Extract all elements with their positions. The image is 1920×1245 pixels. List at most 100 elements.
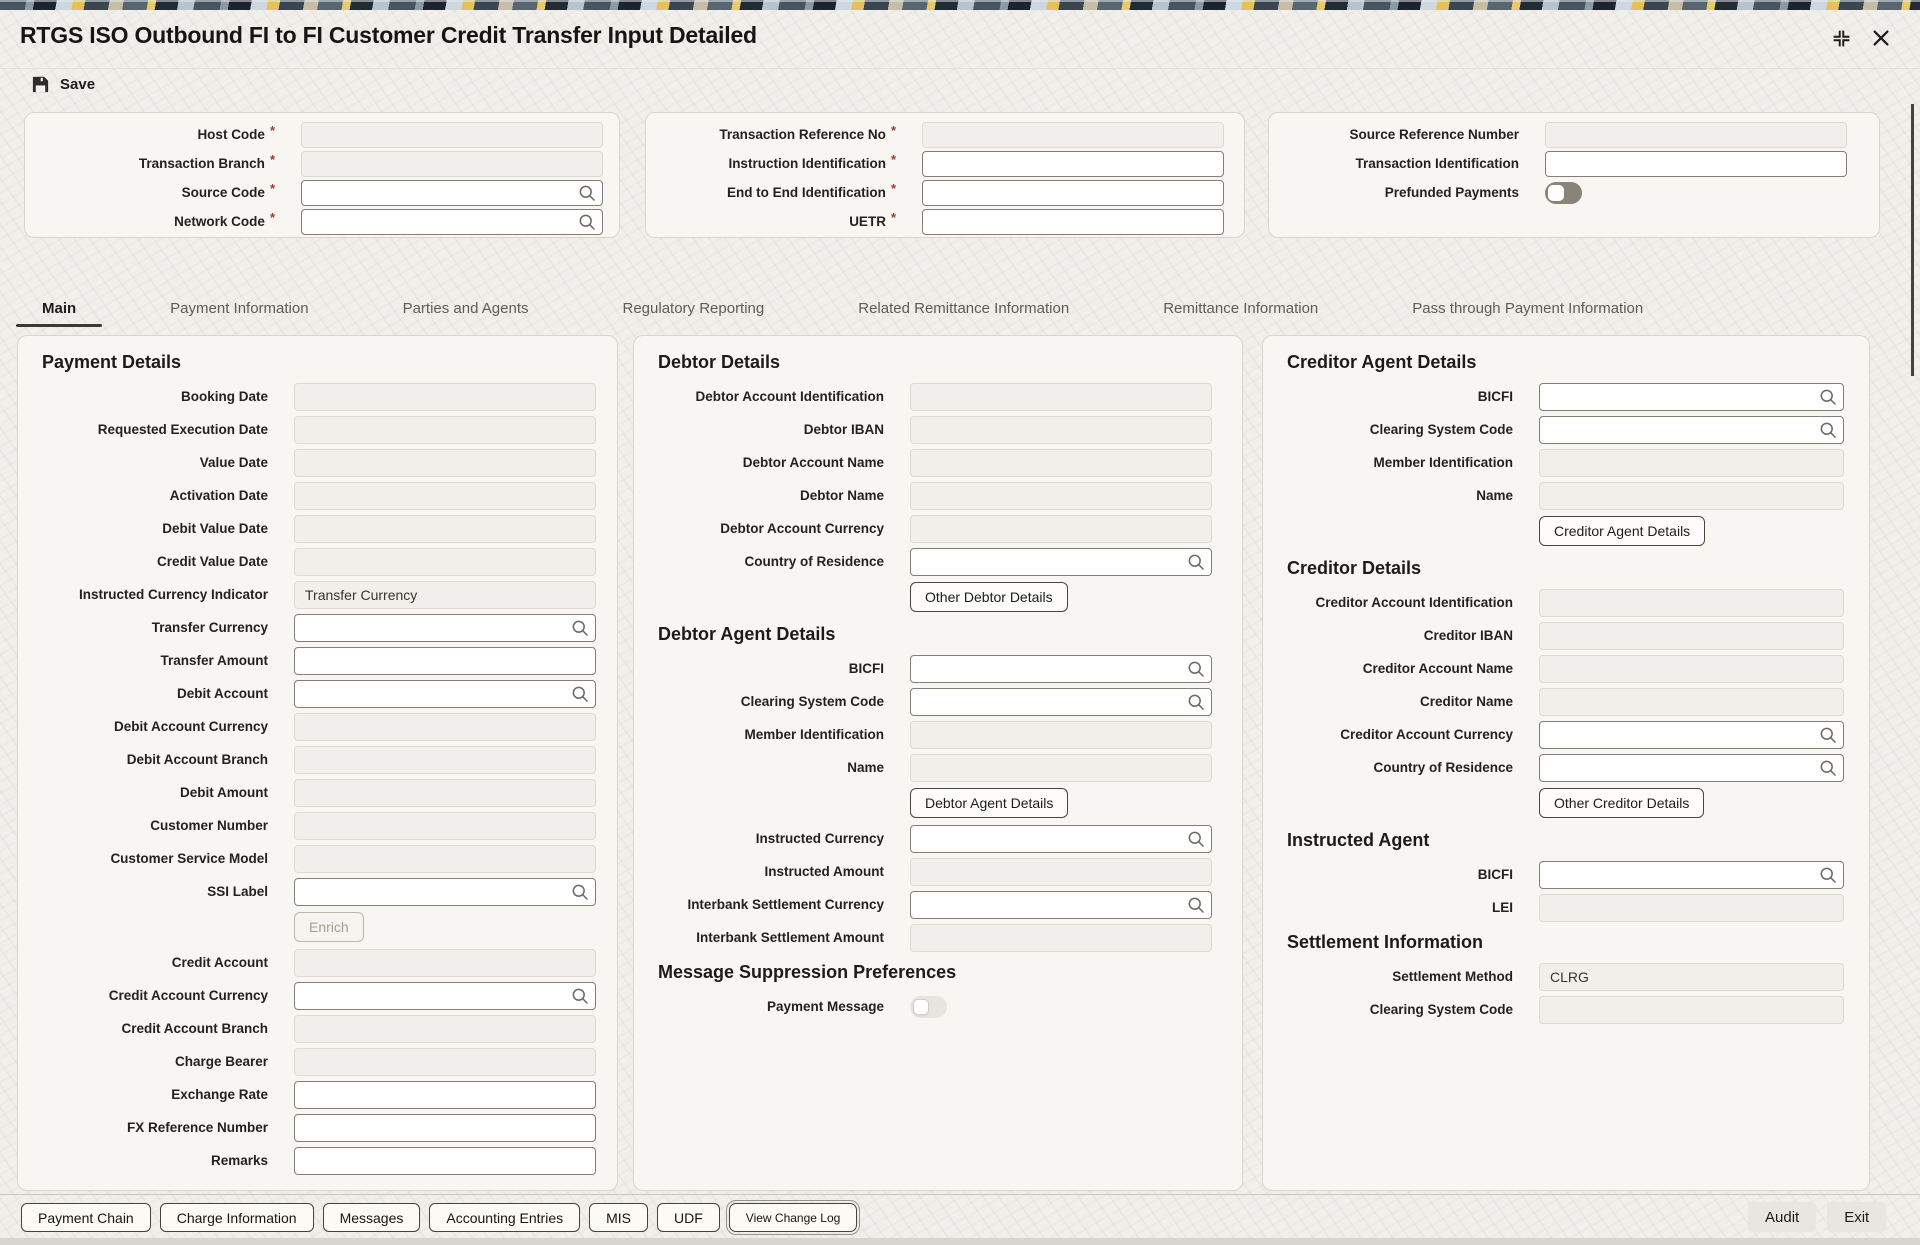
payment-chain-button[interactable]: Payment Chain <box>21 1203 151 1232</box>
creditor-account-currency-input[interactable] <box>1539 721 1844 749</box>
instructed-agent-lei-label: LEI <box>1263 900 1513 915</box>
value-date-input <box>294 449 596 477</box>
debtor-name-label: Debtor Name <box>634 488 884 503</box>
debit-account-currency-label: Debit Account Currency <box>18 719 268 734</box>
creditor-account-identification-input <box>1539 589 1844 617</box>
debtor-account-currency-input <box>910 515 1212 543</box>
tab-regulatory-reporting[interactable]: Regulatory Reporting <box>597 290 791 327</box>
network-code-search-icon[interactable] <box>578 213 596 231</box>
close-icon[interactable] <box>1868 25 1894 51</box>
source-code-search-icon[interactable] <box>578 184 596 202</box>
tab-payment-information[interactable]: Payment Information <box>144 290 334 327</box>
exit-button[interactable]: Exit <box>1827 1202 1886 1232</box>
debtor-agent-details-button[interactable]: Debtor Agent Details <box>910 788 1068 818</box>
debtor-account-currency-label: Debtor Account Currency <box>634 521 884 536</box>
transfer-currency-search-icon[interactable] <box>571 619 589 637</box>
payment-message-toggle <box>910 996 947 1018</box>
charge-information-button[interactable]: Charge Information <box>160 1203 314 1232</box>
creditor-country-of-residence-input[interactable] <box>1539 754 1844 782</box>
audit-button[interactable]: Audit <box>1748 1202 1816 1232</box>
creditor-agent-member-identification-input <box>1539 449 1844 477</box>
charge-bearer-label: Charge Bearer <box>18 1054 268 1069</box>
restore-window-icon[interactable] <box>1828 25 1854 51</box>
transaction-identification-input[interactable] <box>1545 151 1847 177</box>
creditor-agent-clearing-system-code-input[interactable] <box>1539 416 1844 444</box>
transfer-amount-input[interactable] <box>294 647 596 675</box>
debit-account-input[interactable] <box>294 680 596 708</box>
network-code-input[interactable] <box>301 209 603 235</box>
credit-account-branch-input <box>294 1015 596 1043</box>
debtor-agent-details-heading: Debtor Agent Details <box>634 616 1242 652</box>
instructed-agent-heading: Instructed Agent <box>1263 822 1869 858</box>
exchange-rate-input[interactable] <box>294 1081 596 1109</box>
udf-button[interactable]: UDF <box>657 1203 720 1232</box>
source-code-input[interactable] <box>301 180 603 206</box>
interbank-settlement-currency-input[interactable] <box>910 891 1212 919</box>
tab-remittance-information[interactable]: Remittance Information <box>1137 290 1344 327</box>
credit-account-currency-search-icon[interactable] <box>571 987 589 1005</box>
tab-related-remittance-information[interactable]: Related Remittance Information <box>832 290 1095 327</box>
creditor-agent-bicfi-label: BICFI <box>1263 389 1513 404</box>
end-to-end-identification-input[interactable] <box>922 180 1224 206</box>
debtor-agent-bicfi-search-icon[interactable] <box>1187 660 1205 678</box>
messages-button[interactable]: Messages <box>323 1203 421 1232</box>
instructed-currency-search-icon[interactable] <box>1187 830 1205 848</box>
required-asterisk: * <box>270 181 275 196</box>
source-references-group: Source Reference NumberTransaction Ident… <box>1268 112 1880 238</box>
creditor-account-currency-search-icon[interactable] <box>1819 726 1837 744</box>
customer-service-model-input <box>294 845 596 873</box>
debtor-account-name-input <box>910 449 1212 477</box>
fx-reference-number-input[interactable] <box>294 1114 596 1142</box>
debtor-country-of-residence-search-icon[interactable] <box>1187 553 1205 571</box>
tab-parties-and-agents[interactable]: Parties and Agents <box>377 290 555 327</box>
remarks-label: Remarks <box>18 1153 268 1168</box>
payment-details-card: Payment DetailsBooking DateRequested Exe… <box>17 335 618 1191</box>
remarks-input[interactable] <box>294 1147 596 1175</box>
debtor-iban-label: Debtor IBAN <box>634 422 884 437</box>
debtor-iban-input <box>910 416 1212 444</box>
creditor-country-of-residence-search-icon[interactable] <box>1819 759 1837 777</box>
save-button[interactable]: Save <box>30 71 95 97</box>
accounting-entries-button[interactable]: Accounting Entries <box>429 1203 580 1232</box>
required-asterisk: * <box>891 123 896 138</box>
mis-button[interactable]: MIS <box>589 1203 648 1232</box>
footer-right-buttons: Audit Exit <box>1748 1202 1886 1232</box>
uetr-input[interactable] <box>922 209 1224 235</box>
instruction-identification-input[interactable] <box>922 151 1224 177</box>
transfer-currency-input[interactable] <box>294 614 596 642</box>
credit-account-currency-input[interactable] <box>294 982 596 1010</box>
creditor-agent-clearing-system-code-search-icon[interactable] <box>1819 421 1837 439</box>
required-asterisk: * <box>270 152 275 167</box>
instructed-agent-bicfi-search-icon[interactable] <box>1819 866 1837 884</box>
other-debtor-details-button[interactable]: Other Debtor Details <box>910 582 1068 612</box>
interbank-settlement-currency-search-icon[interactable] <box>1187 896 1205 914</box>
tab-main[interactable]: Main <box>16 290 102 327</box>
instructed-currency-indicator-label: Instructed Currency Indicator <box>18 587 268 602</box>
creditor-agent-bicfi-search-icon[interactable] <box>1819 388 1837 406</box>
creditor-agent-details-heading: Creditor Agent Details <box>1263 344 1869 380</box>
enrich-button: Enrich <box>294 912 364 942</box>
debtor-agent-clearing-system-code-input[interactable] <box>910 688 1212 716</box>
creditor-agent-bicfi-input[interactable] <box>1539 383 1844 411</box>
creditor-account-currency-label: Creditor Account Currency <box>1263 727 1513 742</box>
tab-pass-through-payment-information[interactable]: Pass through Payment Information <box>1386 290 1669 327</box>
debtor-agent-bicfi-input[interactable] <box>910 655 1212 683</box>
prefunded-payments-toggle[interactable] <box>1545 182 1582 204</box>
instructed-amount-label: Instructed Amount <box>634 864 884 879</box>
uetr-label: UETR* <box>646 214 896 229</box>
ssi-label-input[interactable] <box>294 878 596 906</box>
debtor-agent-clearing-system-code-search-icon[interactable] <box>1187 693 1205 711</box>
instructed-currency-input[interactable] <box>910 825 1212 853</box>
creditor-country-of-residence-label: Country of Residence <box>1263 760 1513 775</box>
instructed-agent-bicfi-input[interactable] <box>1539 861 1844 889</box>
creditor-agent-details-button[interactable]: Creditor Agent Details <box>1539 516 1705 546</box>
debtor-country-of-residence-input[interactable] <box>910 548 1212 576</box>
debit-amount-input <box>294 779 596 807</box>
other-creditor-details-button[interactable]: Other Creditor Details <box>1539 788 1704 818</box>
vertical-scrollbar-thumb[interactable] <box>1911 104 1914 376</box>
ssi-label-search-icon[interactable] <box>571 883 589 901</box>
debit-account-search-icon[interactable] <box>571 685 589 703</box>
window-controls <box>1828 25 1894 51</box>
debit-account-branch-input <box>294 746 596 774</box>
view-change-log-button[interactable]: View Change Log <box>729 1203 858 1232</box>
